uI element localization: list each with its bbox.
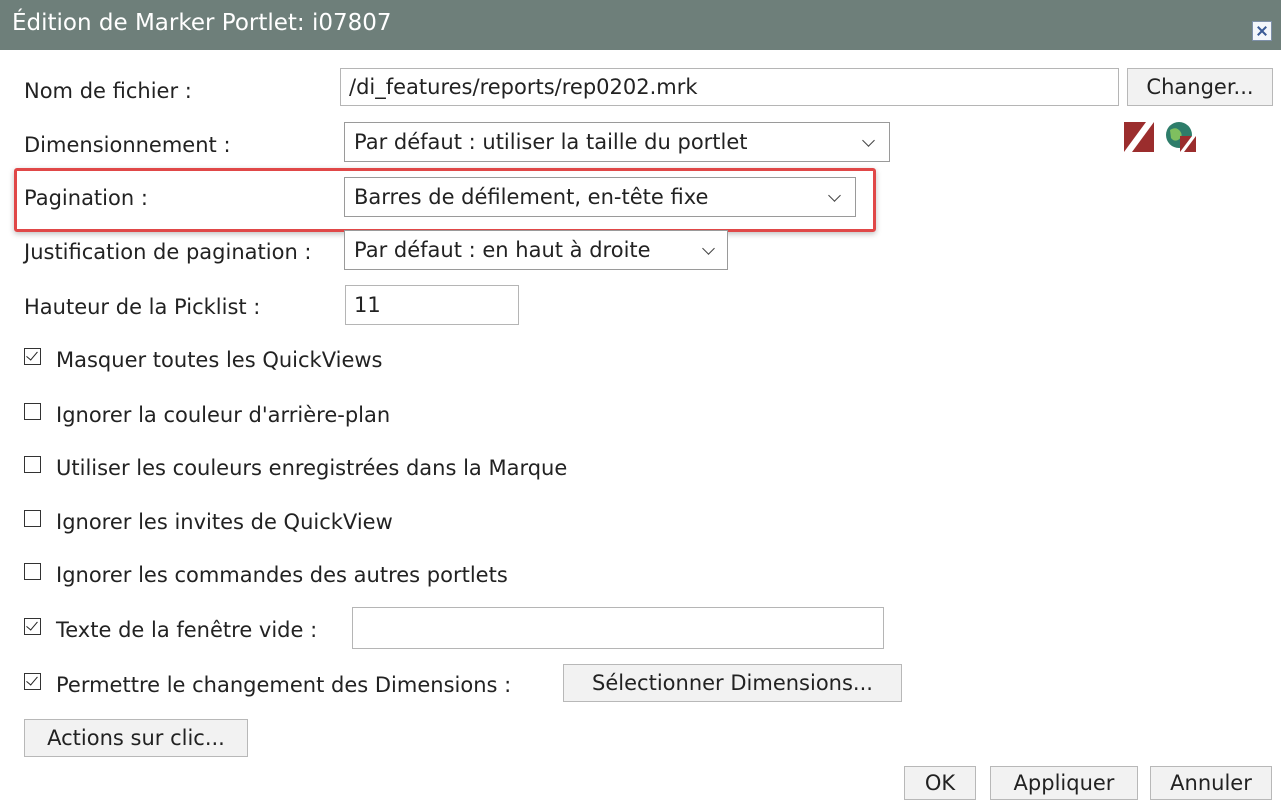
sizing-label: Dimensionnement : xyxy=(24,133,231,157)
cancel-button[interactable]: Annuler xyxy=(1150,766,1272,800)
dialog-title: Édition de Marker Portlet: i07807 xyxy=(12,10,392,36)
pagination-select[interactable]: Barres de défilement, en-tête fixe xyxy=(344,177,856,217)
checkbox-label: Ignorer les commandes des autres portlet… xyxy=(56,563,508,587)
checkbox-empty-window-text[interactable] xyxy=(24,618,41,635)
pagination-justification-value: Par défaut : en haut à droite xyxy=(354,238,651,262)
pagination-justification-select[interactable]: Par défaut : en haut à droite xyxy=(344,230,728,270)
pagination-select-value: Barres de défilement, en-tête fixe xyxy=(354,185,709,209)
click-actions-button[interactable]: Actions sur clic... xyxy=(24,719,248,757)
checkbox-hide-quickviews[interactable] xyxy=(24,348,41,365)
filename-label: Nom de fichier : xyxy=(24,79,192,103)
empty-window-text-input[interactable] xyxy=(352,607,884,649)
checkbox-allow-dimension-change[interactable] xyxy=(24,673,41,690)
sizing-select[interactable]: Par défaut : utiliser la taille du portl… xyxy=(344,122,890,162)
close-icon[interactable] xyxy=(1252,21,1272,41)
dialog-titlebar: Édition de Marker Portlet: i07807 xyxy=(0,0,1281,50)
edit-marker-icon[interactable] xyxy=(1124,122,1154,152)
globe-icon[interactable] xyxy=(1164,120,1198,154)
ok-button[interactable]: OK xyxy=(904,766,976,800)
picklist-height-label: Hauteur de la Picklist : xyxy=(24,295,261,319)
checkbox-ignore-quickview-prompts[interactable] xyxy=(24,510,41,527)
checkbox-label: Ignorer la couleur d'arrière-plan xyxy=(56,403,391,427)
filename-input[interactable] xyxy=(340,68,1119,106)
checkbox-label: Masquer toutes les QuickViews xyxy=(56,348,383,372)
chevron-down-icon xyxy=(862,134,875,147)
checkbox-label: Ignorer les invites de QuickView xyxy=(56,510,393,534)
pagination-label: Pagination : xyxy=(24,186,148,210)
checkbox-ignore-other-commands[interactable] xyxy=(24,563,41,580)
checkbox-label: Texte de la fenêtre vide : xyxy=(56,618,318,642)
change-file-button[interactable]: Changer... xyxy=(1127,68,1273,106)
checkbox-label: Permettre le changement des Dimensions : xyxy=(56,673,512,697)
sizing-select-value: Par défaut : utiliser la taille du portl… xyxy=(354,130,748,154)
chevron-down-icon xyxy=(828,189,841,202)
checkbox-use-saved-colors[interactable] xyxy=(24,456,41,473)
checkbox-ignore-background[interactable] xyxy=(24,403,41,420)
picklist-height-input[interactable] xyxy=(345,285,519,325)
select-dimensions-button[interactable]: Sélectionner Dimensions... xyxy=(563,664,902,702)
apply-button[interactable]: Appliquer xyxy=(990,766,1138,800)
pagination-justification-label: Justification de pagination : xyxy=(24,240,312,264)
chevron-down-icon xyxy=(702,242,715,255)
checkbox-label: Utiliser les couleurs enregistrées dans … xyxy=(56,456,568,480)
